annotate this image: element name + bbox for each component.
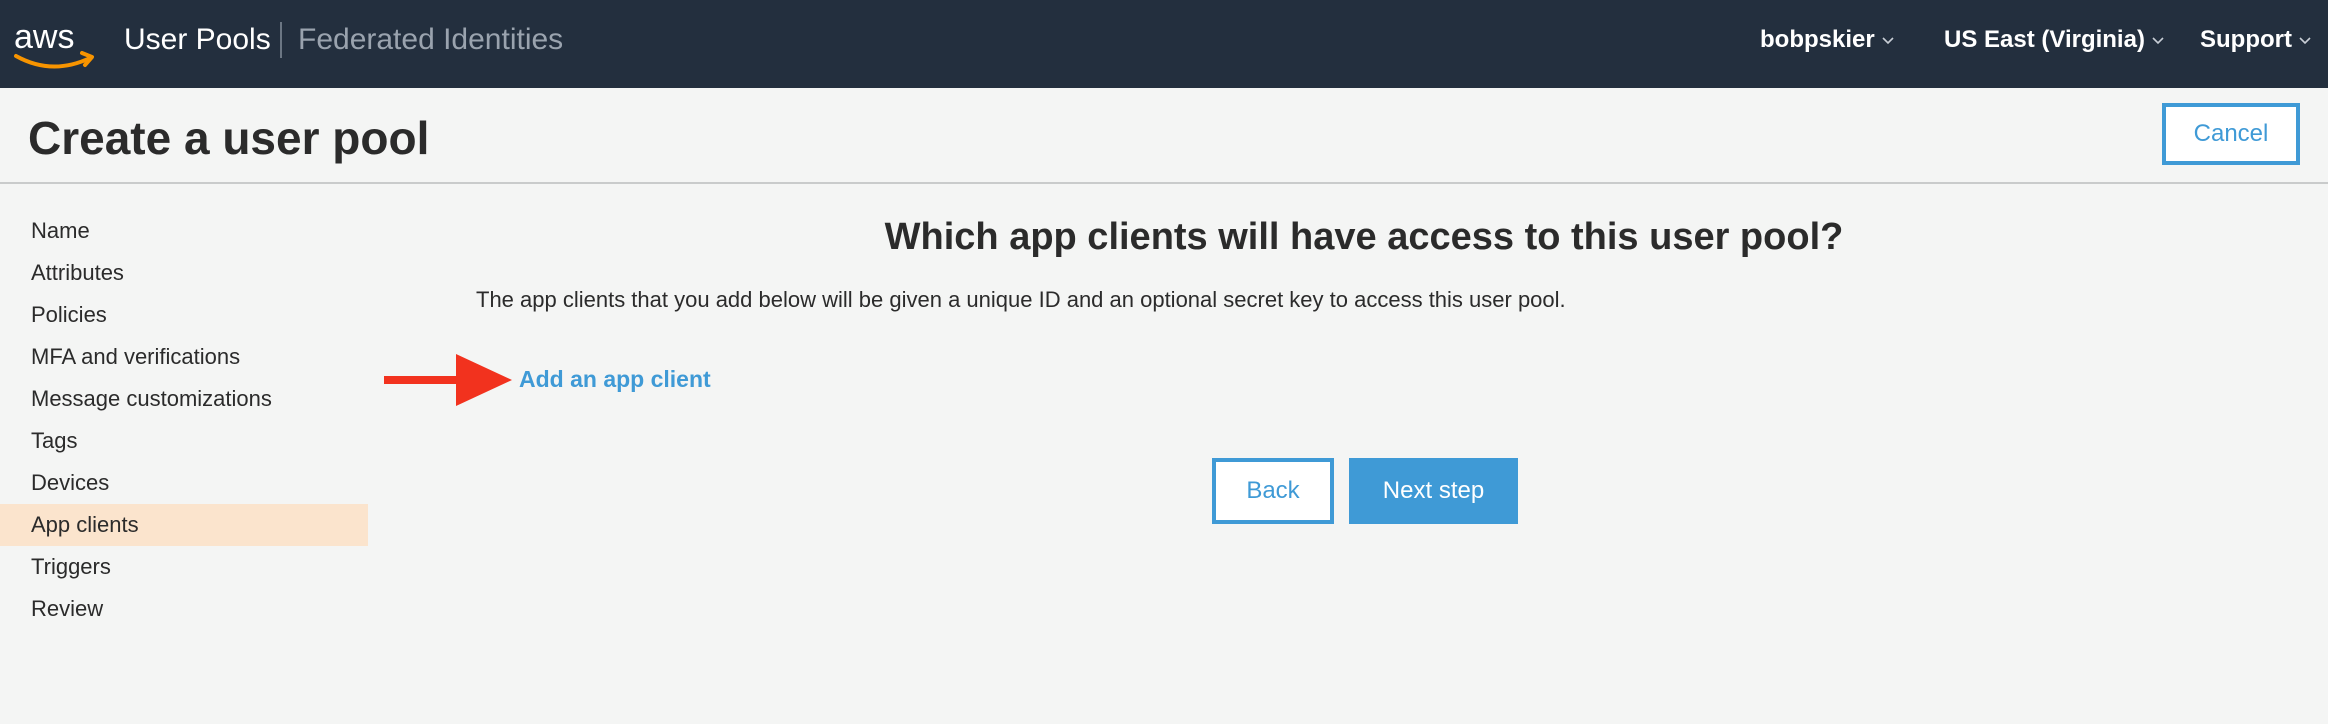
section-description: The app clients that you add below will …: [476, 287, 1566, 312]
chevron-down-icon: [1882, 37, 1894, 45]
user-menu-label: bobpskier: [1760, 26, 1875, 53]
aws-logo-icon[interactable]: aws: [12, 20, 96, 72]
page-header: Create a user pool Cancel: [0, 88, 2328, 184]
nav-title-user-pools[interactable]: User Pools: [124, 20, 271, 60]
chevron-down-icon: [2152, 37, 2164, 45]
support-menu[interactable]: Support: [2200, 22, 2312, 58]
red-arrow-icon: [384, 354, 512, 406]
nav-link-federated-identities[interactable]: Federated Identities: [298, 20, 563, 60]
section-heading: Which app clients will have access to th…: [884, 216, 1844, 258]
sidebar-item-name[interactable]: Name: [0, 210, 368, 252]
svg-text:aws: aws: [14, 20, 74, 56]
chevron-down-icon: [2299, 37, 2311, 45]
wizard-steps-sidebar: Name Attributes Policies MFA and verific…: [0, 210, 368, 630]
sidebar-item-devices[interactable]: Devices: [0, 462, 368, 504]
back-button[interactable]: Back: [1212, 458, 1334, 524]
add-app-client-link[interactable]: Add an app client: [519, 362, 711, 396]
user-menu[interactable]: bobpskier: [1760, 22, 1895, 58]
sidebar-item-app-clients[interactable]: App clients: [0, 504, 368, 546]
sidebar-item-attributes[interactable]: Attributes: [0, 252, 368, 294]
next-step-button[interactable]: Next step: [1349, 458, 1518, 524]
cancel-button[interactable]: Cancel: [2162, 103, 2300, 165]
sidebar-item-mfa[interactable]: MFA and verifications: [0, 336, 368, 378]
sidebar-item-review[interactable]: Review: [0, 588, 368, 630]
sidebar-item-policies[interactable]: Policies: [0, 294, 368, 336]
page-title: Create a user pool: [28, 112, 430, 164]
support-menu-label: Support: [2200, 26, 2292, 53]
region-menu-label: US East (Virginia): [1944, 26, 2145, 53]
nav-divider: [280, 22, 282, 58]
sidebar-item-tags[interactable]: Tags: [0, 420, 368, 462]
sidebar-item-triggers[interactable]: Triggers: [0, 546, 368, 588]
sidebar-item-message-customizations[interactable]: Message customizations: [0, 378, 368, 420]
region-menu[interactable]: US East (Virginia): [1944, 22, 2165, 58]
top-navbar: aws User Pools Federated Identities bobp…: [0, 0, 2328, 88]
